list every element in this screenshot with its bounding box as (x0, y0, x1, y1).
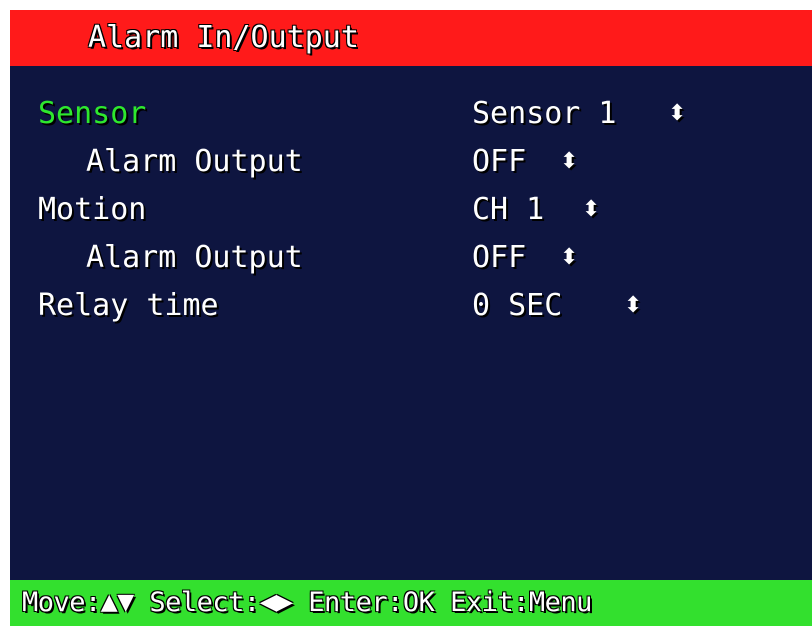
spin-arrows-icon[interactable]: ⬍ (560, 144, 578, 180)
motion-alarm-output-value[interactable]: OFF (472, 240, 526, 276)
help-text: Move:▲▼ Select:◀▶ Enter:OK Exit:Menu (22, 586, 592, 620)
menu-item-motion[interactable]: Motion (38, 192, 146, 228)
menu-item-sensor-alarm-output[interactable]: Alarm Output (86, 144, 303, 180)
help-bar: Move:▲▼ Select:◀▶ Enter:OK Exit:Menu (10, 580, 812, 626)
sensor-value[interactable]: Sensor 1 (472, 96, 617, 132)
exit-hint: Exit:Menu (450, 587, 592, 618)
page-title: Alarm In/Output (88, 20, 359, 55)
spin-arrows-icon[interactable]: ⬍ (582, 192, 600, 228)
motion-value[interactable]: CH 1 (472, 192, 544, 228)
title-bar: Alarm In/Output (10, 10, 812, 66)
up-down-arrows-icon: ▲▼ (100, 590, 134, 615)
left-right-arrows-icon: ◀▶ (259, 590, 293, 615)
menu-item-relay-time[interactable]: Relay time (38, 288, 219, 324)
select-label: Select: (149, 587, 260, 618)
spin-arrows-icon[interactable]: ⬍ (560, 240, 578, 276)
sensor-alarm-output-value[interactable]: OFF (472, 144, 526, 180)
relay-time-value[interactable]: 0 SEC (472, 288, 562, 324)
enter-hint: Enter:OK (308, 587, 435, 618)
menu-item-sensor[interactable]: Sensor (38, 96, 146, 132)
spin-arrows-icon[interactable]: ⬍ (624, 288, 642, 324)
move-label: Move: (22, 587, 101, 618)
spin-arrows-icon[interactable]: ⬍ (668, 96, 686, 132)
osd-screen: Alarm In/Output Sensor Sensor 1 ⬍ Alarm … (10, 10, 812, 626)
menu-item-motion-alarm-output[interactable]: Alarm Output (86, 240, 303, 276)
